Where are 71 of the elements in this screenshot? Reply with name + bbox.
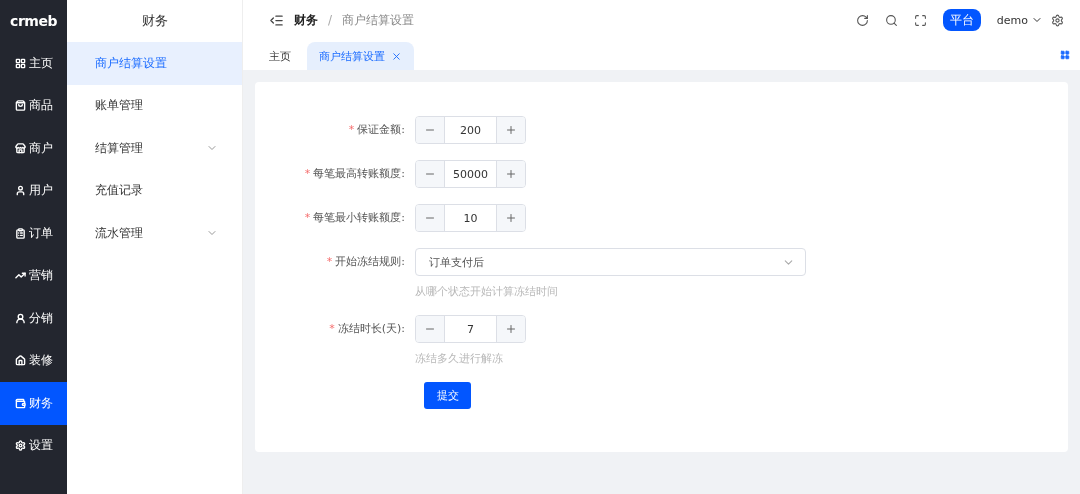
nav-item[interactable]: 商户 xyxy=(0,127,67,170)
increment-button[interactable] xyxy=(497,161,525,187)
increment-button[interactable] xyxy=(497,316,525,342)
select-field[interactable]: 订单支付后 xyxy=(415,248,806,276)
bag-icon xyxy=(14,100,26,112)
plus-icon xyxy=(505,124,517,136)
menu-icon[interactable] xyxy=(269,12,284,28)
required-mark: * xyxy=(304,211,311,224)
breadcrumb-item[interactable]: 财务 xyxy=(294,11,318,29)
field-label: 每笔最小转账额度: xyxy=(313,211,405,224)
submenu-item[interactable]: 账单管理 xyxy=(67,84,242,127)
required-mark: * xyxy=(348,123,355,136)
submenu-item[interactable]: 充值记录 xyxy=(67,169,242,212)
search-icon[interactable] xyxy=(884,13,898,27)
required-mark: * xyxy=(329,322,335,335)
close-icon[interactable] xyxy=(391,50,402,62)
number-input[interactable]: 7 xyxy=(415,315,526,343)
store-icon xyxy=(14,142,26,154)
nav-item[interactable]: 订单 xyxy=(0,212,67,255)
select-value: 订单支付后 xyxy=(429,254,484,270)
number-input[interactable]: 10 xyxy=(415,204,526,232)
breadcrumb-separator: / xyxy=(328,13,333,27)
platform-button[interactable]: 平台 xyxy=(942,9,981,31)
nav-item[interactable]: 财务 xyxy=(0,382,67,425)
nav-item[interactable]: 分销 xyxy=(0,297,67,340)
number-input[interactable]: 200 xyxy=(415,116,526,144)
required-mark: * xyxy=(326,255,333,268)
decrement-button[interactable] xyxy=(416,205,444,231)
tab[interactable]: 主页 xyxy=(257,42,303,70)
tab[interactable]: 商户结算设置 xyxy=(307,42,414,70)
refresh-icon[interactable] xyxy=(855,13,869,27)
decrement-button[interactable] xyxy=(416,161,444,187)
settings-icon xyxy=(14,440,26,452)
nav-item[interactable]: 设置 xyxy=(0,424,67,467)
plus-icon xyxy=(505,212,517,224)
nav-item[interactable]: 营销 xyxy=(0,254,67,297)
field-hint: 冻结多久进行解冻 xyxy=(415,351,504,366)
increment-button[interactable] xyxy=(497,205,525,231)
field-hint: 从哪个状态开始计算冻结时间 xyxy=(415,284,559,299)
increment-button[interactable] xyxy=(497,117,525,143)
decrement-button[interactable] xyxy=(416,316,444,342)
plus-icon xyxy=(505,323,517,335)
user-menu[interactable]: demo xyxy=(996,13,1043,27)
home-icon xyxy=(14,355,26,367)
field-label: 冻结时长(天): xyxy=(337,322,405,335)
field-label: 开始冻结规则: xyxy=(335,255,405,268)
field-label: 保证金额: xyxy=(357,123,405,136)
fullscreen-icon[interactable] xyxy=(913,13,927,27)
nav-item[interactable]: 主页 xyxy=(0,42,67,85)
decrement-button[interactable] xyxy=(416,117,444,143)
plus-icon xyxy=(505,168,517,180)
number-input[interactable]: 50000 xyxy=(415,160,526,188)
grid-icon[interactable] xyxy=(1060,50,1070,60)
nav-item[interactable]: 装修 xyxy=(0,339,67,382)
breadcrumb-item[interactable]: 商户结算设置 xyxy=(342,11,415,29)
required-mark: * xyxy=(304,167,311,180)
submenu-item[interactable]: 结算管理 xyxy=(67,127,242,170)
nav-item[interactable]: 商品 xyxy=(0,84,67,127)
nav-item[interactable]: 用户 xyxy=(0,169,67,212)
submenu-item[interactable]: 流水管理 xyxy=(67,212,242,255)
person-icon xyxy=(14,312,26,324)
submit-button[interactable]: 提交 xyxy=(424,382,471,409)
submenu-title: 财务 xyxy=(140,12,169,30)
field-label: 每笔最高转账额度: xyxy=(313,167,405,180)
wallet-icon xyxy=(14,397,26,409)
user-icon xyxy=(14,185,26,197)
grid-icon xyxy=(14,57,26,69)
logo: crmeb xyxy=(9,12,58,31)
settings-icon[interactable] xyxy=(1051,13,1064,27)
submenu-item[interactable]: 商户结算设置 xyxy=(67,42,242,85)
clipboard-icon xyxy=(14,227,26,239)
